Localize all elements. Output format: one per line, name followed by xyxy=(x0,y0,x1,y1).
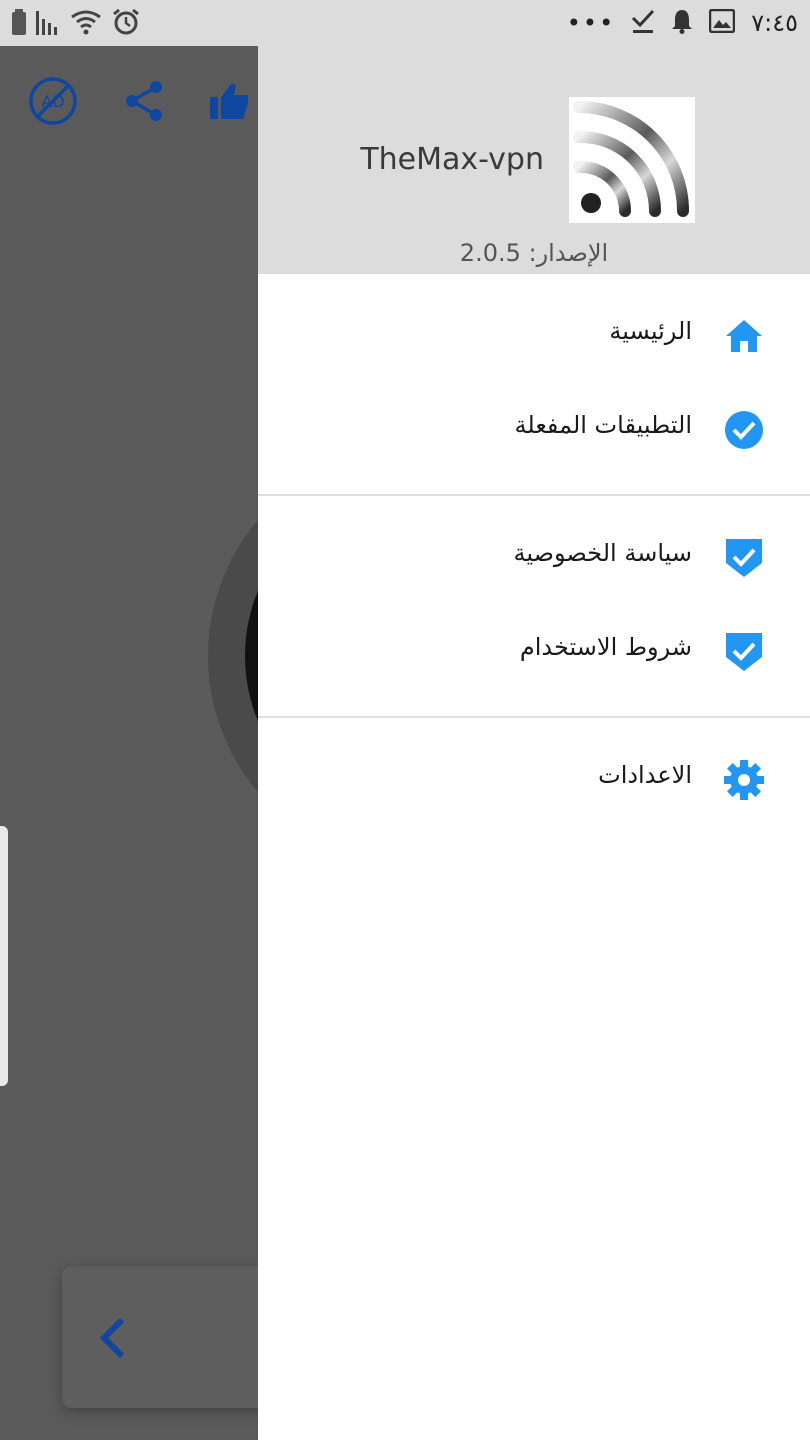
menu-item-settings-label: الاعدادات xyxy=(598,761,692,789)
background-side-tab xyxy=(0,826,8,1086)
menu-item-terms-of-use[interactable]: شروط الاستخدام xyxy=(258,605,810,699)
menu-item-home-label: الرئيسية xyxy=(609,317,692,345)
status-time: ٧:٤٥ xyxy=(751,9,798,37)
app-version: الإصدار: 2.0.5 xyxy=(459,239,609,267)
drawer-menu: الرئيسية التطبيقات المفعلة سياسة الخصوصي… xyxy=(258,274,810,827)
menu-item-home[interactable]: الرئيسية xyxy=(258,289,810,383)
status-bar-left xyxy=(12,8,140,40)
battery-icon xyxy=(12,9,26,39)
alarm-icon xyxy=(112,8,140,40)
chevron-left-icon xyxy=(96,1316,130,1364)
shield-check-icon xyxy=(724,538,764,578)
check-circle-icon xyxy=(724,410,764,450)
wifi-icon xyxy=(70,9,102,39)
menu-item-privacy-policy-label: سياسة الخصوصية xyxy=(513,539,692,567)
share-icon[interactable] xyxy=(124,79,164,127)
drawer-header: TheMax-vpn الإصدار: 2.0.5 xyxy=(258,46,810,274)
menu-item-enabled-apps[interactable]: التطبيقات المفعلة xyxy=(258,383,810,477)
bell-icon xyxy=(671,8,693,38)
signal-icon xyxy=(36,9,60,39)
thumbs-up-icon[interactable] xyxy=(210,81,250,125)
app-logo-icon xyxy=(569,97,695,223)
status-bar-right: ••• ٧:٤٥ xyxy=(567,8,798,38)
navigation-drawer: TheMax-vpn الإصدار: 2.0.5 الرئيسية التطب… xyxy=(258,46,810,1440)
more-dots-icon: ••• xyxy=(566,9,616,37)
home-icon xyxy=(724,316,764,356)
no-ads-icon[interactable]: AD xyxy=(28,76,78,130)
status-bar: ••• ٧:٤٥ xyxy=(0,0,810,46)
background-toolbar: AD xyxy=(28,76,250,130)
check-download-icon xyxy=(631,8,655,38)
image-icon xyxy=(708,8,736,37)
app-name: TheMax-vpn xyxy=(360,142,544,177)
gear-icon xyxy=(724,760,764,800)
shield-check-icon xyxy=(724,632,764,672)
menu-item-terms-of-use-label: شروط الاستخدام xyxy=(519,633,692,661)
menu-item-settings[interactable]: الاعدادات xyxy=(258,733,810,827)
menu-item-privacy-policy[interactable]: سياسة الخصوصية xyxy=(258,511,810,605)
menu-item-enabled-apps-label: التطبيقات المفعلة xyxy=(514,411,692,439)
